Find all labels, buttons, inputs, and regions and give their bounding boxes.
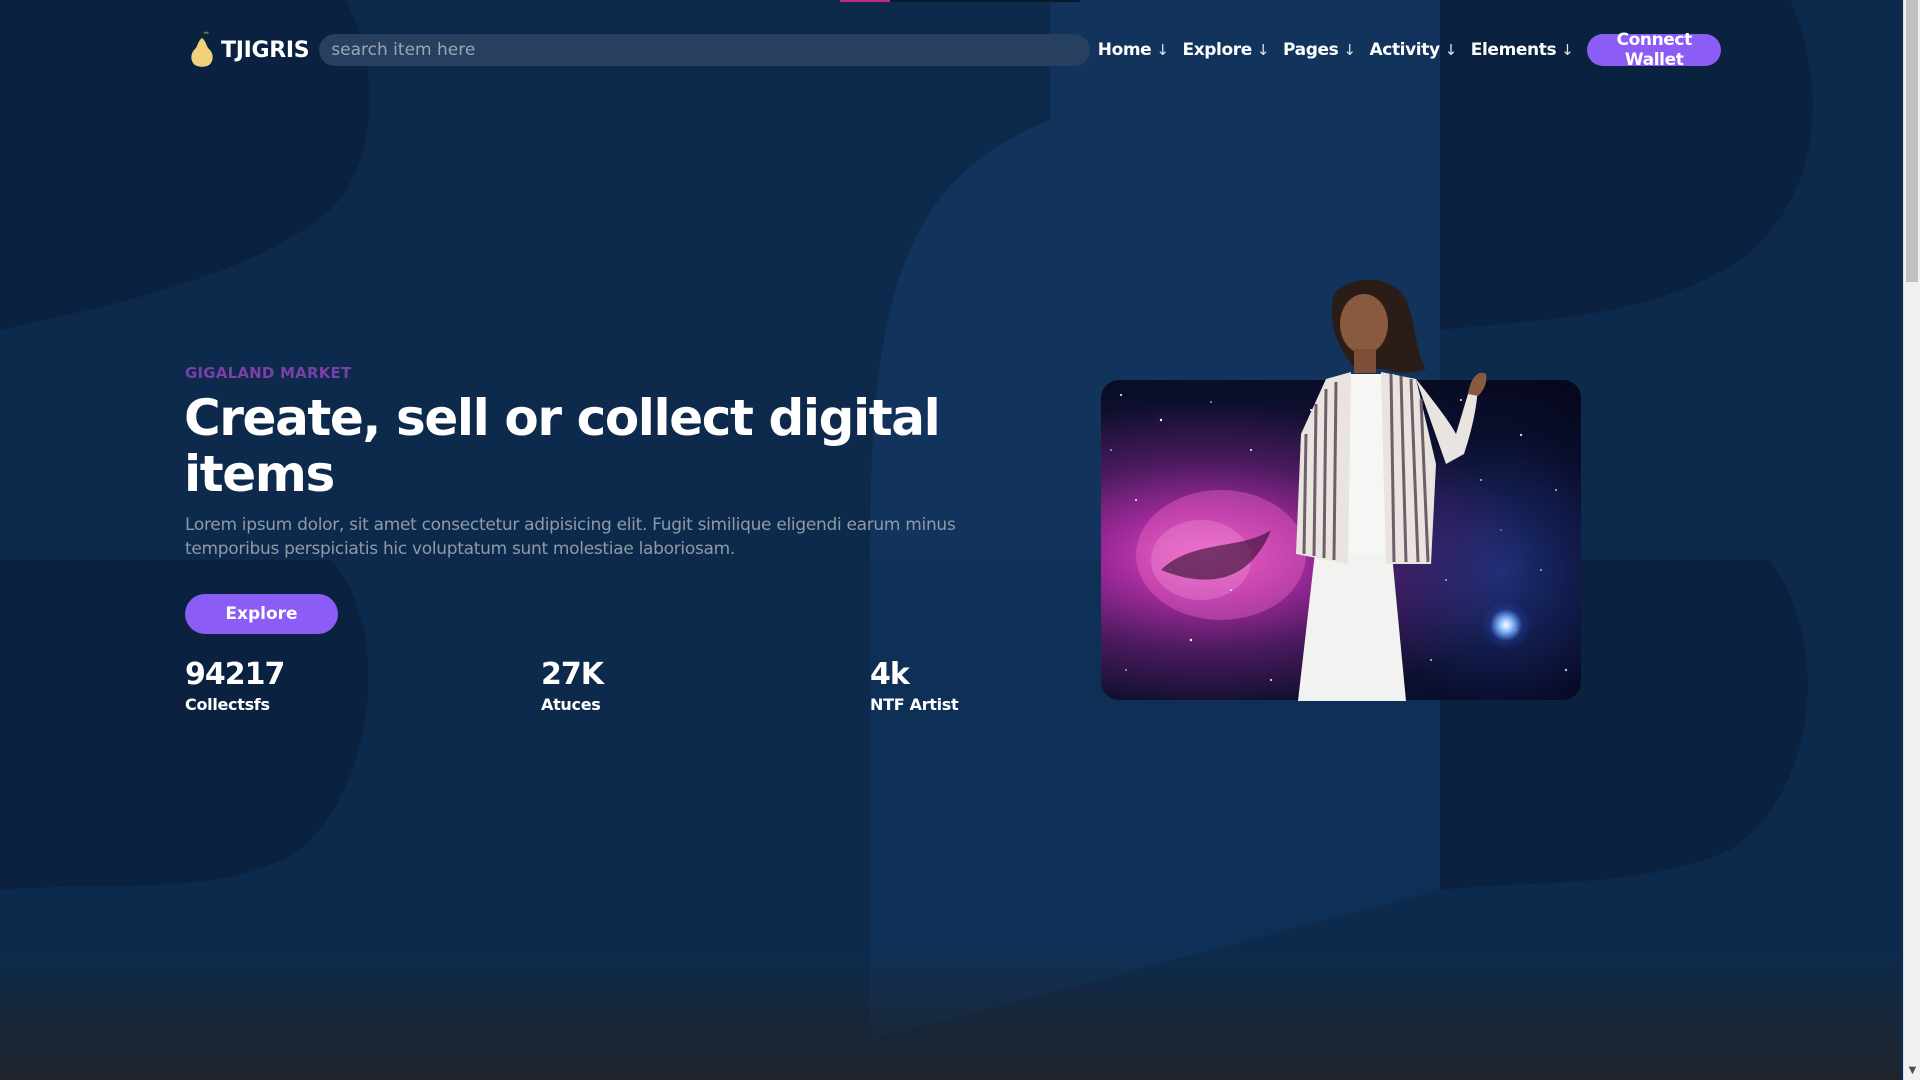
header: TJIGRIS search item here Home ↓ Explore … <box>185 30 1721 70</box>
stat-value: 27K <box>541 657 604 692</box>
stat-collections: 94217 Collectsfs <box>185 656 285 716</box>
hero-eyebrow: GIGALAND MARKET <box>185 364 352 382</box>
hero-description: Lorem ipsum dolor, sit amet consectetur … <box>185 515 956 559</box>
arrow-down-icon: ↓ <box>1444 41 1458 59</box>
nav-item-explore[interactable]: Explore ↓ <box>1183 40 1270 60</box>
brand-name: TJIGRIS <box>221 37 310 63</box>
stat-label: NTF Artist <box>870 695 959 714</box>
nav-item-label: Pages <box>1283 40 1339 60</box>
arrow-down-icon: ↓ <box>1256 41 1270 59</box>
background-fade <box>0 950 1900 1080</box>
connect-wallet-button[interactable]: Connect Wallet <box>1587 30 1721 70</box>
stat-label: Atuces <box>541 695 601 714</box>
hero-title: Create, sell or collect digital items <box>184 389 941 503</box>
model-person-image <box>1296 279 1487 701</box>
stat-label: Collectsfs <box>185 695 270 714</box>
arrow-down-icon: ↓ <box>1156 41 1169 59</box>
nav-item-pages[interactable]: Pages ↓ <box>1283 40 1356 60</box>
nav-item-activity[interactable]: Activity ↓ <box>1369 40 1458 60</box>
stat-auctions: 27K Atuces <box>541 656 604 716</box>
pear-icon <box>191 31 213 67</box>
nav-item-label: Elements <box>1470 40 1557 60</box>
stat-artists: 4k NTF Artist <box>870 656 959 716</box>
nav-item-label: Activity <box>1369 40 1441 60</box>
main-nav: Home ↓ Explore ↓ Pages ↓ Activity ↓ Elem… <box>1098 30 1721 70</box>
nav-item-elements[interactable]: Elements ↓ <box>1471 40 1574 60</box>
arrow-down-icon: ↓ <box>1343 41 1356 59</box>
arrow-down-icon: ↓ <box>1561 41 1574 59</box>
search-placeholder: search item here <box>331 40 476 60</box>
scroll-down-arrow-icon[interactable]: ▼ <box>1904 1064 1920 1078</box>
page-scrollbar[interactable]: ▼ <box>1903 0 1920 1080</box>
explore-button[interactable]: Explore <box>185 594 338 634</box>
top-progress-bar <box>840 0 1080 2</box>
nav-item-label: Home <box>1097 40 1152 60</box>
search-input[interactable]: search item here <box>319 34 1090 66</box>
top-progress-fill <box>840 0 890 2</box>
nav-item-home[interactable]: Home ↓ <box>1098 40 1169 60</box>
scrollbar-thumb[interactable] <box>1906 0 1918 282</box>
stat-value: 4k <box>870 657 910 692</box>
logo[interactable]: TJIGRIS <box>185 30 310 70</box>
nav-item-label: Explore <box>1182 40 1253 60</box>
stat-value: 94217 <box>185 657 285 692</box>
